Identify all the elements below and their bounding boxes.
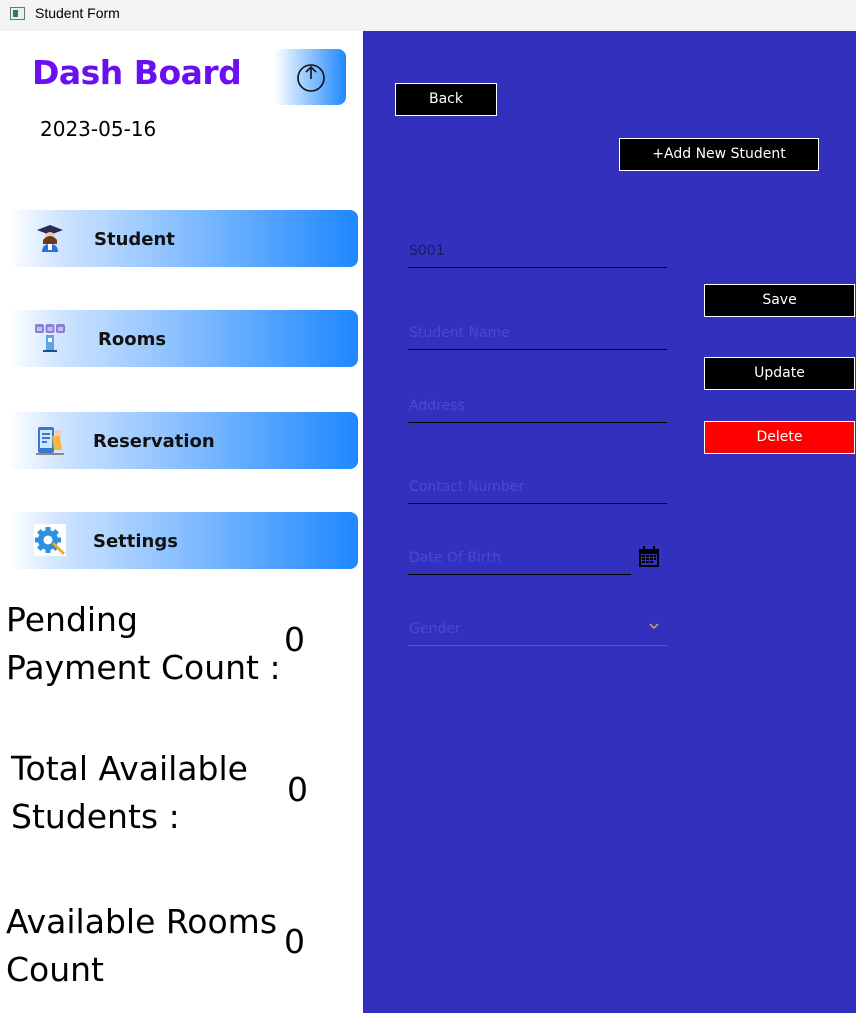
delete-button[interactable]: Delete bbox=[704, 421, 855, 454]
total-students-value: 0 bbox=[287, 770, 308, 809]
app-window-icon bbox=[10, 7, 25, 20]
nav-student-button[interactable]: Student bbox=[8, 210, 358, 267]
student-id-value: S001 bbox=[409, 243, 445, 259]
student-graduate-icon bbox=[37, 225, 63, 252]
rooms-building-icon bbox=[35, 324, 65, 352]
window-title: Student Form bbox=[35, 5, 120, 21]
contact-number-field[interactable]: Contact Number bbox=[408, 469, 667, 504]
gender-select[interactable]: Gender bbox=[408, 611, 667, 646]
chevron-down-icon bbox=[649, 623, 659, 630]
address-placeholder: Address bbox=[409, 398, 465, 414]
logout-button[interactable] bbox=[274, 49, 346, 105]
pending-payment-label: Pending Payment Count : bbox=[6, 596, 281, 692]
gender-placeholder: Gender bbox=[409, 621, 461, 637]
dashboard-title: Dash Board bbox=[32, 53, 242, 92]
nav-reservation-label: Reservation bbox=[93, 431, 215, 452]
calendar-icon[interactable] bbox=[638, 546, 660, 568]
nav-settings-button[interactable]: Settings bbox=[8, 512, 358, 569]
student-name-field[interactable]: Student Name bbox=[408, 315, 667, 350]
back-button[interactable]: Back bbox=[395, 83, 497, 116]
available-rooms-value: 0 bbox=[284, 922, 305, 961]
student-form-panel: Back +Add New Student S001 Student Name … bbox=[363, 31, 856, 1013]
address-field[interactable]: Address bbox=[408, 388, 667, 423]
nav-settings-label: Settings bbox=[93, 531, 178, 552]
current-date: 2023-05-16 bbox=[40, 117, 157, 141]
window-titlebar: Student Form bbox=[0, 0, 856, 31]
sidebar: Dash Board 2023-05-16 Student Rooms Rese… bbox=[0, 31, 363, 1013]
contact-number-placeholder: Contact Number bbox=[409, 479, 525, 495]
settings-gear-icon bbox=[34, 524, 66, 556]
available-rooms-label-line2: Count bbox=[6, 950, 105, 989]
date-of-birth-placeholder: Date Of Birth bbox=[409, 550, 501, 566]
pending-payment-label-line2: Payment Count : bbox=[6, 648, 281, 687]
save-button[interactable]: Save bbox=[704, 284, 855, 317]
pending-payment-label-line1: Pending bbox=[6, 600, 138, 639]
nav-rooms-label: Rooms bbox=[98, 329, 167, 350]
power-icon bbox=[297, 64, 325, 92]
nav-student-label: Student bbox=[94, 229, 175, 250]
available-rooms-label-line1: Available Rooms bbox=[6, 902, 278, 941]
nav-rooms-button[interactable]: Rooms bbox=[8, 310, 358, 367]
reservation-phone-icon bbox=[36, 427, 64, 455]
pending-payment-value: 0 bbox=[284, 620, 305, 659]
date-of-birth-field[interactable]: Date Of Birth bbox=[408, 540, 631, 575]
student-id-field[interactable]: S001 bbox=[408, 233, 667, 268]
nav-reservation-button[interactable]: Reservation bbox=[8, 412, 358, 469]
total-students-label: Total Available Students : bbox=[11, 745, 248, 841]
available-rooms-label: Available Rooms Count bbox=[6, 898, 277, 994]
add-new-student-button[interactable]: +Add New Student bbox=[619, 138, 819, 171]
student-name-placeholder: Student Name bbox=[409, 325, 510, 341]
total-students-label-line2: Students : bbox=[11, 797, 180, 836]
total-students-label-line1: Total Available bbox=[11, 749, 248, 788]
update-button[interactable]: Update bbox=[704, 357, 855, 390]
